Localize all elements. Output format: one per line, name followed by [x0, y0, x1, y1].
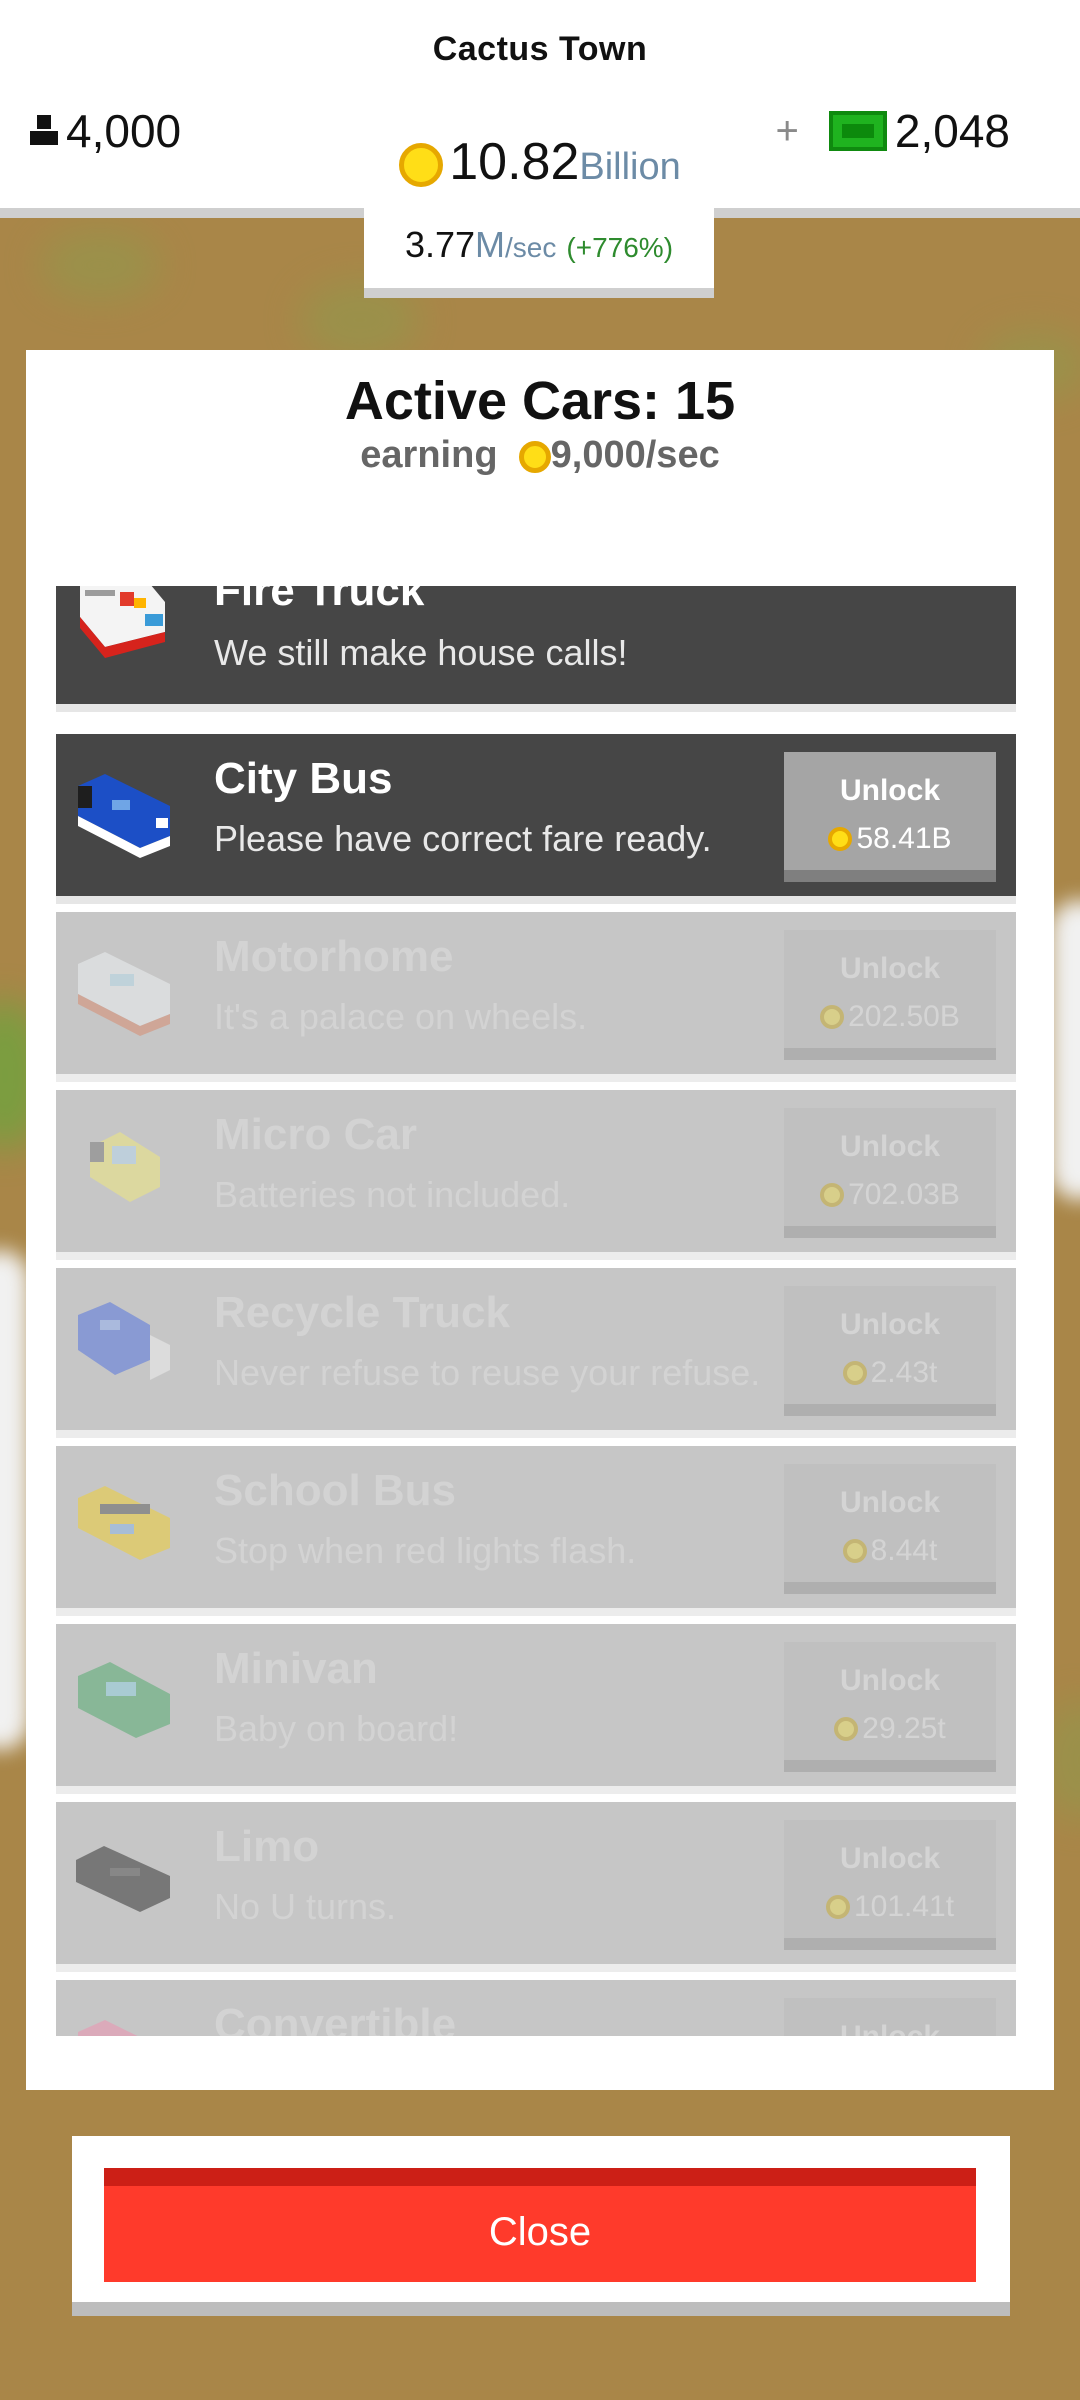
- coin-icon: [518, 440, 551, 473]
- rate-value: 3.77: [404, 224, 476, 265]
- coin-balance-unit: Billion: [579, 146, 681, 188]
- unlock-label: Unlock: [784, 2020, 996, 2036]
- unlock-button[interactable]: Unlock 29.25t: [784, 1642, 996, 1772]
- minivan-icon: [78, 1662, 170, 1738]
- add-cash-button[interactable]: +: [776, 109, 799, 154]
- car-description: Batteries not included.: [214, 1174, 571, 1215]
- cash-bill-icon: [828, 111, 887, 151]
- car-name: City Bus: [214, 754, 393, 803]
- car-row-motorhome[interactable]: Motorhome It's a palace on wheels. Unloc…: [56, 912, 1016, 1082]
- close-button[interactable]: Close: [104, 2168, 976, 2282]
- town-name: Cactus Town: [432, 30, 648, 68]
- coin-icon: [842, 1539, 867, 1563]
- coin-icon: [828, 827, 853, 851]
- coin-icon: [399, 143, 444, 188]
- car-description: Baby on board!: [214, 1708, 459, 1749]
- micro-car-icon: [90, 1132, 160, 1202]
- car-name: Micro Car: [214, 1110, 417, 1159]
- recycle-truck-icon: [78, 1302, 170, 1380]
- unlock-button[interactable]: Unlock 2.43t: [784, 1286, 996, 1416]
- unlock-price: 29.25t: [784, 1712, 996, 1746]
- panel-title: Active Cars: 15: [344, 371, 736, 431]
- unlock-button[interactable]: Unlock 8.44t: [784, 1464, 996, 1594]
- unlock-price: 8.44t: [784, 1534, 996, 1568]
- car-name: Limo: [214, 1822, 320, 1871]
- car-row-school-bus[interactable]: School Bus Stop when red lights flash. U…: [56, 1446, 1016, 1616]
- close-bar: Close: [72, 2136, 1010, 2316]
- car-description: It's a palace on wheels.: [214, 996, 588, 1037]
- unlock-price: 2.43t: [784, 1356, 996, 1390]
- school-bus-icon: [78, 1486, 170, 1560]
- car-name: Motorhome: [214, 932, 454, 981]
- unlock-price: 101.41t: [784, 1890, 996, 1924]
- unlock-label: Unlock: [839, 1842, 941, 1875]
- coin-icon: [842, 1361, 867, 1385]
- car-description: Please have correct fare ready.: [214, 818, 712, 859]
- rate-percent: (+776%): [566, 232, 674, 263]
- unlock-price: 202.50B: [784, 1000, 996, 1034]
- coin-icon: [834, 1717, 859, 1741]
- car-row-recycle-truck[interactable]: Recycle Truck Never refuse to reuse your…: [56, 1268, 1016, 1438]
- earning-line: earning 9,000/sec: [26, 434, 1054, 477]
- city-bus-icon: [78, 774, 170, 858]
- unlock-label: Unlock: [839, 1486, 941, 1519]
- earning-label: earning: [360, 434, 498, 476]
- car-description: Never refuse to reuse your refuse.: [214, 1352, 761, 1393]
- coin-icon: [820, 1183, 845, 1207]
- unlock-label: Unlock: [839, 1664, 941, 1697]
- coin-balance-value: 10.82: [449, 133, 580, 191]
- car-name: Minivan: [214, 1644, 378, 1693]
- car-name: Recycle Truck: [214, 1288, 510, 1337]
- top-status-bar: Cactus Town 4,000 10.82Billion + 2,048: [0, 0, 1080, 218]
- car-row-convertible[interactable]: Convertible Unlock: [56, 1980, 1016, 2036]
- car-list[interactable]: Fire Truck We still make house calls! Ci…: [56, 586, 1016, 2036]
- unlock-button[interactable]: Unlock: [784, 1998, 996, 2036]
- unlock-price: 702.03B: [784, 1178, 996, 1212]
- unlock-button[interactable]: Unlock 58.41B: [784, 752, 996, 882]
- car-name: School Bus: [214, 1466, 457, 1515]
- unlock-label: Unlock: [839, 1130, 941, 1163]
- motorhome-icon: [78, 952, 170, 1036]
- car-description: Stop when red lights flash.: [214, 1530, 637, 1571]
- car-row-city-bus[interactable]: City Bus Please have correct fare ready.…: [56, 734, 1016, 904]
- rate-suffix: /sec: [505, 232, 557, 263]
- car-row-micro-car[interactable]: Micro Car Batteries not included. Unlock…: [56, 1090, 1016, 1260]
- rate-unit: M: [475, 224, 506, 265]
- car-name: Fire Truck: [214, 586, 425, 615]
- unlock-label: Unlock: [839, 952, 941, 985]
- unlock-button[interactable]: Unlock 101.41t: [784, 1820, 996, 1950]
- unlock-button[interactable]: Unlock 702.03B: [784, 1108, 996, 1238]
- active-cars-panel: Active Cars: 15 earning 9,000/sec Fire T…: [26, 350, 1054, 2090]
- limo-icon: [76, 1846, 170, 1912]
- car-description: No U turns.: [214, 1886, 397, 1927]
- car-name: Convertible: [214, 2000, 457, 2036]
- car-row-minivan[interactable]: Minivan Baby on board! Unlock 29.25t: [56, 1624, 1016, 1794]
- earning-rate: 9,000/sec: [550, 434, 720, 476]
- unlock-label: Unlock: [839, 774, 941, 807]
- fire-truck-icon: [80, 586, 165, 658]
- car-row-limo[interactable]: Limo No U turns. Unlock 101.41t: [56, 1802, 1016, 1972]
- convertible-icon: [78, 2020, 138, 2036]
- coin-icon: [825, 1895, 850, 1919]
- unlock-label: Unlock: [839, 1308, 941, 1341]
- unlock-button[interactable]: Unlock 202.50B: [784, 930, 996, 1060]
- coin-icon: [820, 1005, 845, 1029]
- car-description: We still make house calls!: [214, 632, 628, 673]
- income-rate-tab: 3.77M/sec (+776%): [364, 208, 714, 298]
- unlock-price: 58.41B: [784, 822, 996, 856]
- cash-counter[interactable]: + 2,048: [776, 104, 1010, 158]
- cash-value: 2,048: [894, 105, 1010, 157]
- car-row-fire-truck[interactable]: Fire Truck We still make house calls!: [56, 586, 1016, 712]
